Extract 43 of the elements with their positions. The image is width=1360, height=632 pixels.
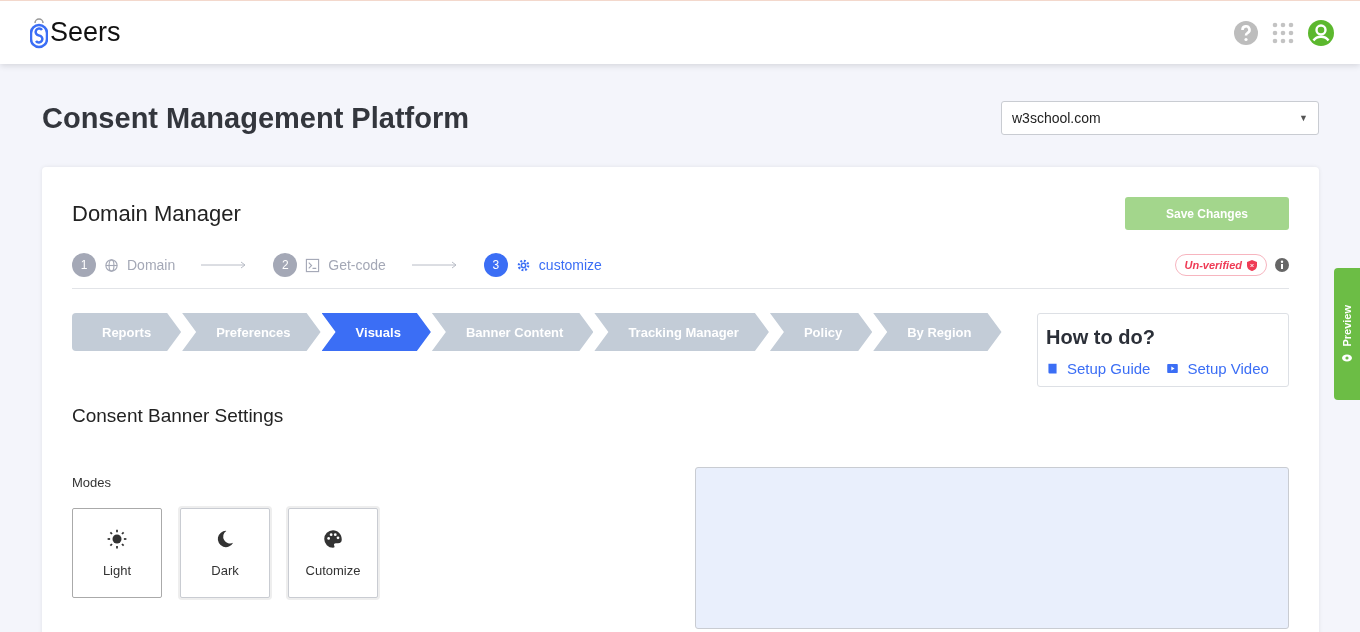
step-number[interactable]: 2	[273, 253, 298, 277]
nav-tab[interactable]: Visuals	[321, 313, 431, 351]
mode-option[interactable]: Dark	[180, 508, 270, 598]
palette-icon	[323, 528, 343, 549]
arrow-icon	[201, 261, 248, 269]
nav-tab[interactable]: By Region	[873, 313, 1002, 351]
modes-label: Modes	[72, 475, 113, 490]
step-label[interactable]: Get-code	[328, 257, 386, 273]
mode-option[interactable]: Cutomize	[288, 508, 378, 598]
step-label[interactable]: customize	[538, 257, 602, 273]
book-icon	[1046, 362, 1059, 375]
step-number[interactable]: 3	[483, 253, 508, 277]
shield-icon	[1247, 259, 1257, 271]
eye-icon	[1342, 352, 1352, 363]
logo-text: Seers	[50, 17, 121, 48]
mode-option[interactable]: Light	[72, 508, 162, 598]
step-label[interactable]: Domain	[127, 257, 176, 273]
video-icon	[1166, 362, 1180, 375]
help-link[interactable]: Setup Video	[1166, 360, 1269, 377]
user-avatar-icon[interactable]	[1308, 19, 1334, 46]
sun-icon	[107, 528, 127, 549]
step-number[interactable]: 1	[72, 253, 96, 277]
info-icon[interactable]	[1275, 258, 1289, 272]
nav-tab[interactable]: Banner Content	[431, 313, 594, 351]
card-title: Domain Manager	[72, 200, 241, 227]
terminal-icon	[305, 257, 321, 273]
gear-icon	[515, 257, 531, 273]
help-title: How to do?	[1046, 326, 1156, 349]
globe-icon	[104, 257, 119, 273]
page-title: Consent Management Platform	[42, 101, 469, 135]
help-link[interactable]: Setup Guide	[1046, 360, 1151, 377]
section-title: Consent Banner Settings	[72, 405, 285, 427]
arrow-icon	[411, 261, 458, 269]
nav-tab[interactable]: Policy	[769, 313, 873, 351]
domain-select[interactable]: w3school.com ▼	[1001, 101, 1319, 135]
nav-tab[interactable]: Preferences	[182, 313, 321, 351]
nav-tab[interactable]: Reports	[72, 313, 182, 351]
help-icon[interactable]	[1234, 20, 1258, 45]
logo-icon	[30, 16, 48, 49]
moon-icon	[215, 528, 235, 549]
apps-grid-icon[interactable]	[1272, 21, 1294, 44]
nav-tab[interactable]: Tracking Manager	[594, 313, 769, 351]
preview-tab[interactable]: Preview	[1334, 268, 1360, 400]
